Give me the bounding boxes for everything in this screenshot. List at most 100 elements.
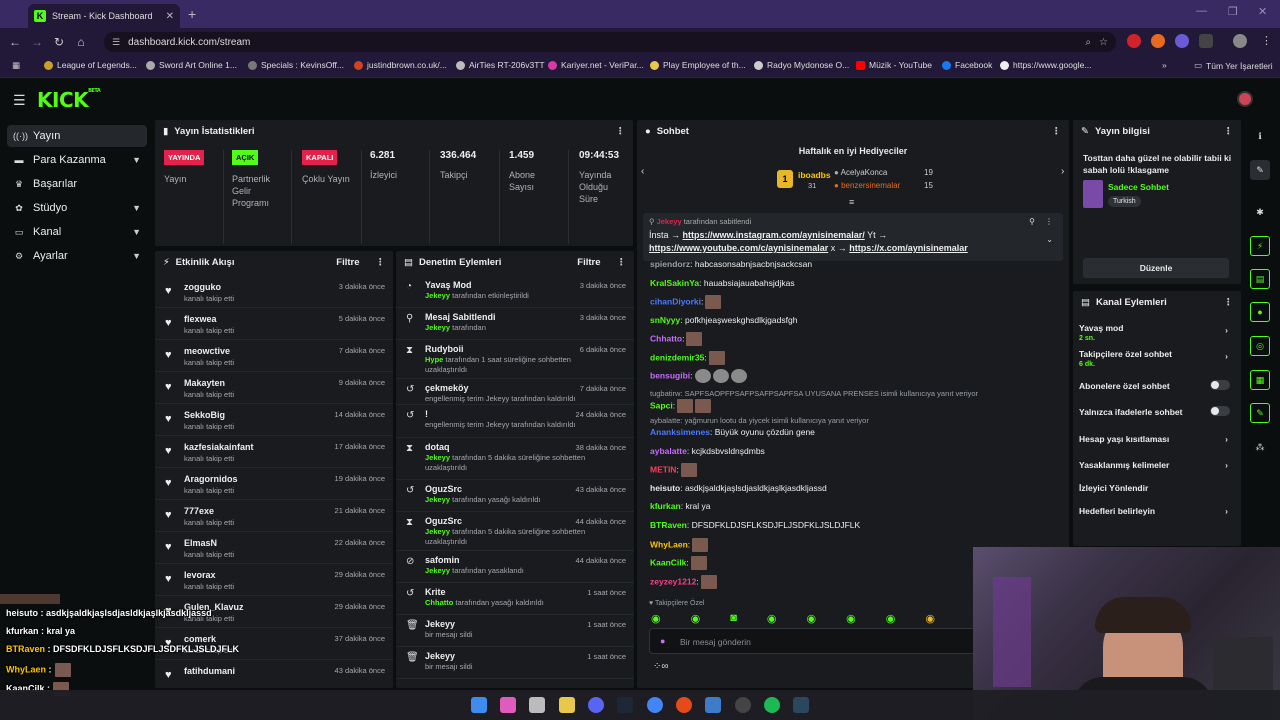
bookmark[interactable]: Radyo Mydonose O... [754, 60, 849, 70]
chevron-right-icon[interactable]: › [1061, 166, 1064, 177]
chat-message[interactable]: snNyyy: pofkhjeaşweskghsdlkjgadsfgh [650, 314, 797, 326]
activity-row[interactable]: ♥ 777exe kanalı takip etti 21 dakika önce [155, 500, 393, 532]
chat-username[interactable]: zeyzey1212 [650, 576, 696, 586]
chat-username[interactable]: Ananksimenes [650, 427, 710, 437]
profile-avatar[interactable] [1233, 34, 1247, 48]
list-icon[interactable]: ▦ [1250, 370, 1270, 390]
bookmark[interactable]: League of Legends... [44, 60, 137, 70]
moderation-row[interactable]: ◔ Yavaş Mod Jekeyy tarafından etkinleştiri… [396, 276, 634, 308]
chat-icon[interactable]: ● [1250, 302, 1270, 322]
activity-row[interactable]: ♥ Aragornidos kanalı takip etti 19 dakika ö… [155, 468, 393, 500]
start-icon[interactable] [471, 697, 487, 713]
more-options-icon[interactable]: ⋮ [376, 257, 386, 268]
more-options-icon[interactable]: ⋮ [1224, 126, 1234, 137]
activity-row[interactable]: ♥ flexwea kanalı takip etti 5 dakika önce [155, 308, 393, 340]
sidebar-item-yayin[interactable]: ((·)) Yayın [7, 125, 147, 147]
chat-username[interactable]: aybalatte [650, 446, 687, 456]
chat-message[interactable]: KralSakinYa: hauabsiajauabahsjdjkas [650, 277, 795, 289]
x-link[interactable]: https://x.com/aynisinemalar [849, 243, 968, 253]
chat-message[interactable]: bensugibi: [650, 369, 747, 383]
user-avatar[interactable] [1237, 91, 1253, 107]
url-bar[interactable]: ☰ dashboard.kick.com/stream ⌕ ☆ [104, 32, 1116, 52]
more-options-icon[interactable]: ⋮ [1052, 126, 1062, 137]
chat-message[interactable]: zeyzey1212: [650, 575, 717, 589]
bookmark[interactable]: Müzik - YouTube [856, 60, 932, 70]
sidebar-item-studyo[interactable]: ✿ Stüdyo ▼ [7, 197, 147, 219]
chat-username[interactable]: BTRaven [650, 520, 687, 530]
bookmark[interactable]: Sword Art Online 1... [146, 60, 237, 70]
sidebar-item-basarilar[interactable]: ♛ Başarılar [7, 173, 147, 195]
instagram-link[interactable]: https://www.instagram.com/aynisinemalar/ [683, 230, 865, 240]
chat-username[interactable]: spiendorz [650, 259, 690, 269]
edit-button[interactable]: Düzenle [1083, 258, 1229, 278]
chat-input[interactable]: ● Bir mesaj gönderin [649, 628, 989, 654]
chat-message[interactable]: BTRaven: DFSDFKLDJSFLKSDJFLJSDFKLJSLDJFL… [650, 519, 860, 531]
extension-icon[interactable] [1151, 34, 1165, 48]
toggle-switch[interactable] [1210, 380, 1230, 390]
activity-row[interactable]: ♥ levorax kanalı takip etti 29 dakika önce [155, 564, 393, 596]
chat-message[interactable]: METIN: [650, 463, 697, 477]
chat-username[interactable]: bensugibi [650, 370, 690, 380]
moderation-row[interactable]: ↺! engellenmiş terim Jekeyy tarafından ka… [396, 405, 634, 438]
steam-icon[interactable] [793, 697, 809, 713]
moderation-row[interactable]: 🗑 Jekeyy bir mesajı sildi 1 saat önce [396, 615, 634, 647]
extensions-puzzle-icon[interactable] [1199, 34, 1213, 48]
chat-message[interactable]: cihanDiyorki: [650, 295, 722, 309]
moderation-row[interactable]: ↺ Krite Chhatto tarafından yasağı kaldırıl… [396, 583, 634, 615]
chat-message[interactable]: KaanCilk: [650, 556, 707, 570]
store-icon[interactable] [529, 697, 545, 713]
activity-row[interactable]: ♥ fatihdumani 43 dakika önce [155, 660, 393, 688]
obs-icon[interactable] [735, 697, 751, 713]
emote-icon[interactable]: ◉ [767, 612, 777, 626]
chrome-icon[interactable] [647, 697, 663, 713]
chat-message[interactable]: Sapci: [650, 399, 712, 413]
moderation-row[interactable]: ⊘ safomin Jekeyy tarafından yasaklandı 44 d… [396, 551, 634, 583]
chevron-left-icon[interactable]: ‹ [641, 166, 644, 177]
moderation-row[interactable]: ⧗ dotaq Jekeyy tarafından 5 dakika süreliğ… [396, 438, 634, 480]
chat-message[interactable]: denizdemir35: [650, 351, 725, 365]
maximize-icon[interactable]: ❐ [1228, 5, 1238, 18]
browser-menu-icon[interactable]: ⋮ [1261, 34, 1272, 47]
site-info-icon[interactable]: ☰ [112, 37, 120, 48]
emote-icon[interactable]: ◉ [846, 612, 856, 626]
filter-button[interactable]: Filtre [336, 257, 359, 268]
sidebar-item-para-kazanma[interactable]: ▬ Para Kazanma ▼ [7, 149, 147, 171]
channel-action-row[interactable]: Hedefleri belirleyin › [1079, 506, 1234, 526]
minimize-icon[interactable]: — [1196, 5, 1207, 17]
chat-message[interactable]: kfurkan: kral ya [650, 500, 710, 512]
gifter-name[interactable]: iboadbs [798, 170, 831, 180]
edit-icon[interactable]: ✎ [1250, 160, 1270, 180]
bookmark[interactable]: Play Employee of th... [650, 60, 746, 70]
chat-username[interactable]: heisuto [650, 483, 680, 493]
info-icon[interactable]: ℹ [1250, 126, 1270, 146]
photos-icon[interactable] [705, 697, 721, 713]
back-icon[interactable]: ← [4, 35, 26, 49]
chat-username[interactable]: denizdemir35 [650, 352, 704, 362]
chat-username[interactable]: kfurkan [650, 501, 681, 511]
home-icon[interactable]: ⌂ [70, 35, 92, 49]
pin-icon[interactable]: ⚲ [1029, 217, 1035, 226]
chat-message[interactable]: Chhatto: [650, 332, 703, 346]
emote-icon[interactable]: ◉ [925, 612, 935, 626]
apps-grid-icon[interactable]: ▦ [12, 60, 20, 71]
chat-message[interactable]: spiendorz: habcasonsabnjsacbnjsackcsan [650, 258, 812, 270]
moderation-row[interactable]: ⧗ Rudyboii Hype tarafından 1 saat süreliği… [396, 340, 634, 379]
microphone-icon[interactable]: ● [660, 636, 665, 646]
category-name[interactable]: Sadece Sohbet [1108, 182, 1169, 192]
wrench-icon[interactable]: ✎ [1250, 403, 1270, 423]
broadcast-icon[interactable]: ◎ [1250, 336, 1270, 356]
channel-action-row[interactable]: Yalnızca ifadelerle sohbet [1079, 406, 1234, 427]
more-options-icon[interactable]: ⋮ [1045, 217, 1053, 226]
chat-username[interactable]: KralSakinYa [650, 278, 699, 288]
channel-action-row[interactable]: İzleyici Yönlendir [1079, 483, 1234, 503]
more-options-icon[interactable]: ⋮ [616, 126, 626, 137]
discord-icon[interactable] [588, 697, 604, 713]
forward-icon[interactable]: → [26, 35, 48, 49]
collapse-icon[interactable]: ≡ [849, 197, 854, 207]
chat-username[interactable]: Chhatto [650, 333, 682, 343]
chat-message[interactable]: heisuto: asdkjşaldkjaşlsdjasldkjaşlkjasd… [650, 482, 827, 494]
extension-icon[interactable] [1175, 34, 1189, 48]
more-options-icon[interactable]: ⋮ [1224, 297, 1234, 308]
channel-action-row[interactable]: Yasaklanmış kelimeler › [1079, 460, 1234, 480]
chat-message[interactable]: WhyLaen: [650, 538, 709, 552]
